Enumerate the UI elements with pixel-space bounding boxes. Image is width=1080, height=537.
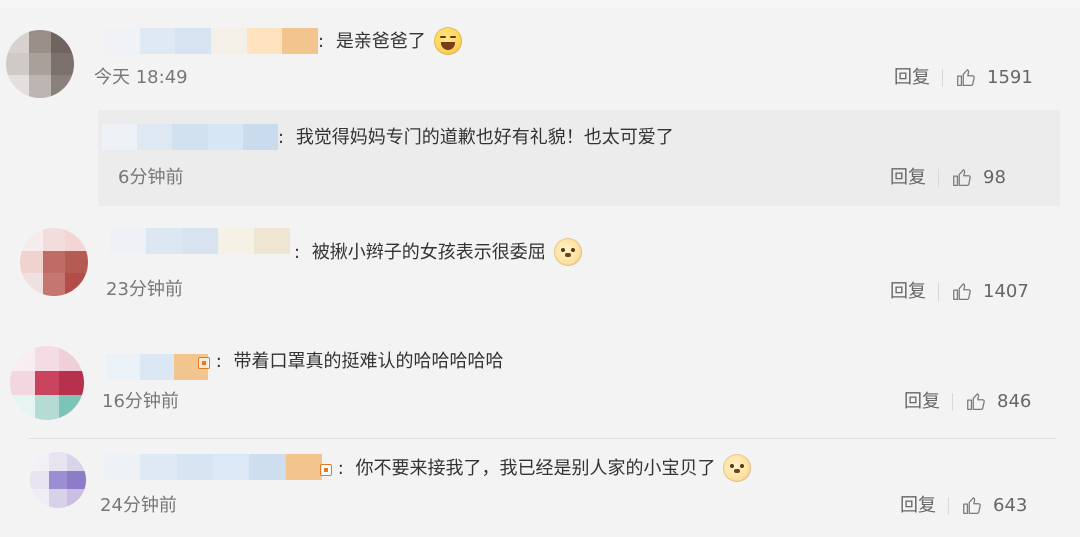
colon: : (337, 458, 344, 479)
comment-text: : 被揪小辫子的女孩表示很委屈 (294, 238, 582, 267)
like-button[interactable]: 643 (961, 494, 1027, 518)
comment-body: 带着口罩真的挺难认的哈哈哈哈哈 (233, 351, 504, 372)
like-button[interactable]: 1591 (955, 66, 1033, 90)
comment-text: : 带着口罩真的挺难认的哈哈哈哈哈 (196, 350, 504, 374)
verified-tag-icon (198, 357, 210, 369)
comment-time: 16分钟前 (102, 391, 179, 412)
reply-button[interactable]: 回复 (890, 280, 926, 304)
username-blurred[interactable] (104, 454, 322, 480)
doge-emoji-icon (553, 238, 582, 266)
comment-text: : 是亲爸爸了 (318, 27, 462, 56)
reply-button[interactable]: 回复 (900, 494, 936, 518)
username-blurred[interactable] (102, 124, 279, 150)
comment-actions: 回复 846 (904, 390, 1031, 414)
comment-time: 6分钟前 (118, 167, 184, 188)
comment-body: 你不要来接我了，我已经是别人家的小宝贝了 (355, 458, 716, 479)
like-button[interactable]: 1407 (951, 280, 1029, 304)
divider (938, 169, 939, 187)
comment-body: 我觉得妈妈专门的道歉也好有礼貌！也太可爱了 (295, 127, 674, 148)
avatar[interactable] (10, 346, 84, 420)
comment-3: : 被揪小辫子的女孩表示很委屈 23分钟前 回复 1407 (0, 206, 1080, 328)
comment-body: 是亲爸爸了 (335, 31, 426, 52)
doge-emoji-icon (723, 454, 752, 482)
laugh-emoji-icon (433, 27, 462, 55)
comment-time: 今天 18:49 (94, 67, 188, 88)
reply-button[interactable]: 回复 (894, 66, 930, 90)
like-count: 1407 (983, 281, 1029, 302)
comment-5: : 你不要来接我了，我已经是别人家的小宝贝了 24分钟前 回复 643 (0, 438, 1080, 537)
divider (952, 393, 953, 411)
reply-button[interactable]: 回复 (890, 166, 926, 190)
comment-time: 24分钟前 (100, 495, 177, 516)
thumbs-up-icon (963, 497, 981, 514)
comment-body: 被揪小辫子的女孩表示很委屈 (311, 242, 546, 263)
comment-text: : 你不要来接我了，我已经是别人家的小宝贝了 (318, 454, 752, 483)
like-button[interactable]: 98 (951, 166, 1006, 190)
colon: : (278, 127, 285, 148)
thumbs-up-icon (957, 69, 975, 86)
colon: : (294, 242, 301, 263)
divider (942, 69, 943, 87)
divider (938, 283, 939, 301)
username-blurred[interactable] (110, 228, 290, 254)
reply-button[interactable]: 回复 (904, 390, 940, 414)
comment-text: : 我觉得妈妈专门的道歉也好有礼貌！也太可爱了 (278, 126, 674, 150)
comment-actions: 回复 98 (890, 166, 1006, 190)
colon: : (215, 351, 222, 372)
divider (948, 497, 949, 515)
comment-actions: 回复 1407 (890, 280, 1029, 304)
comment-feed: : 是亲爸爸了 今天 18:49 回复 1591 : 我觉得妈妈专门的道歉也好有… (0, 0, 1080, 537)
thumbs-up-icon (953, 283, 971, 300)
like-count: 98 (983, 167, 1006, 188)
colon: : (318, 31, 325, 52)
username-blurred[interactable] (106, 354, 208, 380)
comment-time: 23分钟前 (106, 279, 183, 300)
like-count: 643 (993, 495, 1028, 516)
comment-4: : 带着口罩真的挺难认的哈哈哈哈哈 16分钟前 回复 846 (0, 328, 1080, 438)
like-count: 846 (997, 391, 1032, 412)
comment-actions: 回复 1591 (894, 66, 1033, 90)
avatar[interactable] (6, 30, 74, 98)
verified-tag-icon (320, 464, 332, 476)
comment-2: : 我觉得妈妈专门的道歉也好有礼貌！也太可爱了 6分钟前 回复 98 (0, 110, 1080, 206)
like-button[interactable]: 846 (965, 390, 1031, 414)
thumbs-up-icon (967, 393, 985, 410)
like-count: 1591 (987, 67, 1033, 88)
comment-1: : 是亲爸爸了 今天 18:49 回复 1591 (0, 0, 1080, 110)
username-blurred[interactable] (104, 28, 319, 54)
thumbs-up-icon (953, 169, 971, 186)
avatar[interactable] (20, 228, 88, 296)
avatar[interactable] (30, 452, 86, 508)
comment-actions: 回复 643 (900, 494, 1027, 518)
